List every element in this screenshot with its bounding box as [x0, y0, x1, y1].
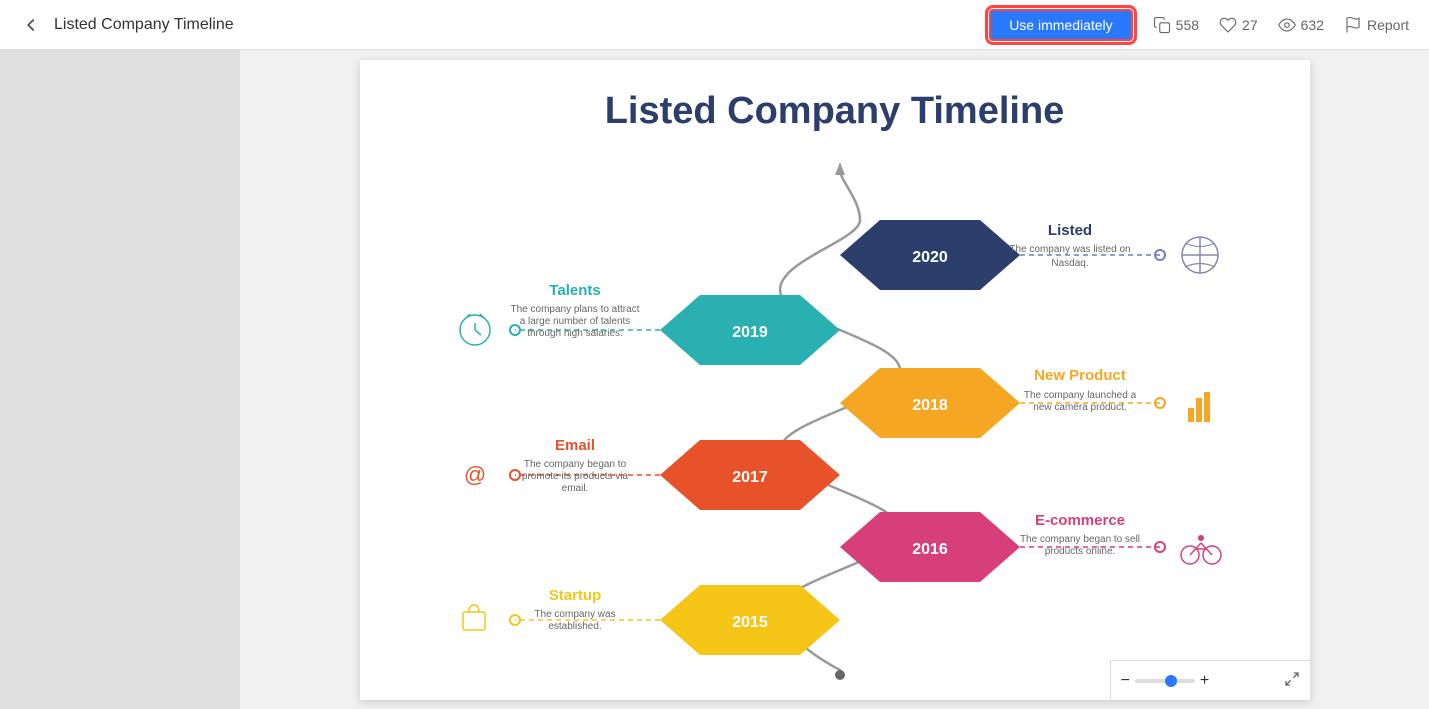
main-content: Listed Company Timeline 2020 2019 2018 [0, 50, 1429, 709]
svg-text:promote its products via: promote its products via [521, 471, 628, 482]
back-button[interactable] [20, 14, 42, 36]
svg-text:The company began to sell: The company began to sell [1019, 534, 1139, 545]
copies-stat: 558 [1153, 16, 1199, 34]
svg-text:through high salaries.: through high salaries. [527, 328, 623, 339]
views-stat: 632 [1278, 16, 1324, 34]
zoom-controls: − + [1121, 672, 1210, 690]
svg-text:email.: email. [561, 483, 588, 494]
header-actions: Use immediately 558 27 632 [989, 9, 1409, 41]
svg-text:2019: 2019 [732, 324, 768, 341]
svg-text:Nasdaq.: Nasdaq. [1051, 258, 1088, 269]
views-count: 632 [1301, 17, 1324, 33]
zoom-in-button[interactable]: + [1200, 672, 1209, 690]
copies-count: 558 [1176, 17, 1199, 33]
svg-text:Talents: Talents [549, 282, 600, 299]
svg-text:2016: 2016 [912, 541, 948, 558]
sidebar-left [0, 50, 240, 709]
fullscreen-button[interactable] [1284, 671, 1300, 690]
zoom-thumb [1165, 675, 1177, 687]
likes-count: 27 [1242, 17, 1258, 33]
header: Listed Company Timeline Use immediately … [0, 0, 1429, 50]
svg-text:2017: 2017 [732, 469, 768, 486]
svg-text:Email: Email [554, 437, 594, 454]
svg-text:Listed: Listed [1047, 222, 1091, 239]
svg-text:The company was listed on: The company was listed on [1009, 244, 1130, 255]
svg-text:a large number of talents: a large number of talents [519, 316, 630, 327]
svg-text:new camera product.: new camera product. [1033, 402, 1126, 413]
svg-text:E-commerce: E-commerce [1034, 512, 1124, 529]
svg-text:The company was: The company was [534, 609, 615, 620]
report-label: Report [1367, 17, 1409, 33]
svg-text:The company began to: The company began to [523, 459, 626, 470]
svg-text:2018: 2018 [912, 397, 948, 414]
svg-text:Startup: Startup [548, 587, 601, 604]
likes-stat: 27 [1219, 16, 1258, 34]
svg-text:New Product: New Product [1034, 367, 1126, 384]
report-stat[interactable]: Report [1344, 16, 1409, 34]
page-title: Listed Company Timeline [54, 16, 989, 34]
use-immediately-button[interactable]: Use immediately [989, 9, 1132, 41]
slide-container: Listed Company Timeline 2020 2019 2018 [360, 60, 1310, 700]
zoom-slider[interactable] [1135, 679, 1195, 683]
svg-text:The company launched a: The company launched a [1023, 390, 1136, 401]
zoom-out-button[interactable]: − [1121, 672, 1130, 690]
zoom-bar: − + [1110, 660, 1310, 700]
svg-text:The company plans to attract: The company plans to attract [510, 304, 639, 315]
svg-text:products online.: products online. [1044, 546, 1115, 557]
canvas-area: Listed Company Timeline 2020 2019 2018 [240, 50, 1429, 709]
svg-text:established.: established. [548, 621, 601, 632]
slide-title: Listed Company Timeline [360, 90, 1310, 133]
svg-text:2020: 2020 [912, 249, 948, 266]
timeline-svg: 2020 2019 2018 2017 2016 2015 [360, 140, 1310, 700]
svg-text:2015: 2015 [732, 614, 768, 631]
svg-text:@: @ [463, 462, 485, 487]
